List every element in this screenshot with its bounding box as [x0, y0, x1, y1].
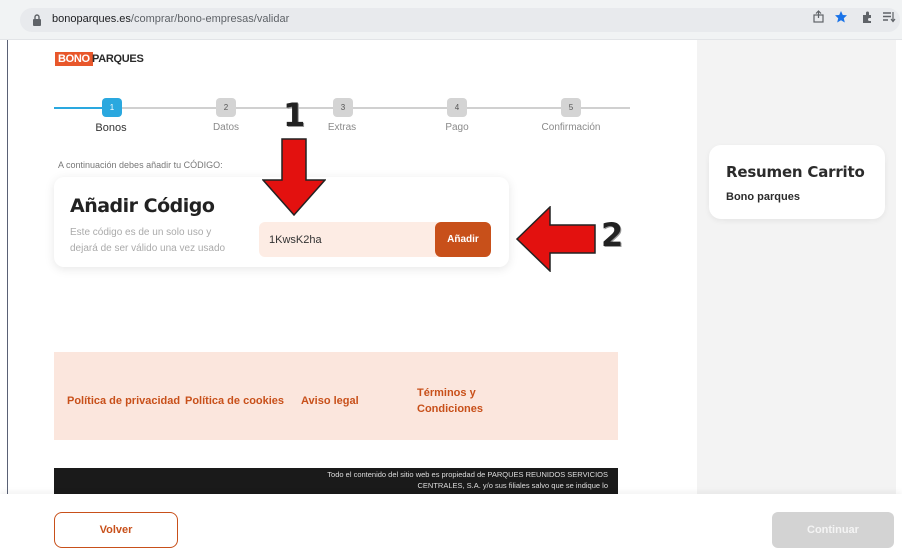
address-bar[interactable]: bonoparques.es/comprar/bono-empresas/val…: [20, 8, 900, 32]
cart-sidebar: [697, 40, 896, 500]
code-input[interactable]: [259, 222, 429, 257]
add-code-description: Este código es de un solo uso y dejará d…: [70, 227, 226, 254]
step-2-badge: 2: [216, 98, 236, 117]
step-3-label: Extras: [327, 122, 357, 133]
share-icon[interactable]: [812, 10, 826, 24]
stepper-track-line: [114, 107, 630, 109]
cart-summary-card: Resumen Carrito Bono parques: [709, 145, 885, 219]
annotation-number-2: 2: [601, 216, 624, 254]
cart-summary-title: Resumen Carrito: [726, 163, 865, 181]
code-input-group: Añadir: [259, 222, 491, 257]
step-5-badge: 5: [561, 98, 581, 117]
url-path: /comprar/bono-empresas/validar: [130, 13, 290, 25]
annotation-arrow-left-icon: [516, 206, 596, 272]
footer-link-privacy[interactable]: Política de privacidad: [67, 393, 180, 409]
add-code-button[interactable]: Añadir: [435, 222, 491, 257]
extensions-icon[interactable]: [860, 10, 874, 24]
continue-button[interactable]: Continuar: [772, 512, 894, 548]
legal-text: Todo el contenido del sitio web es propi…: [327, 470, 608, 490]
step-4-badge: 4: [447, 98, 467, 117]
back-button[interactable]: Volver: [54, 512, 178, 548]
lock-icon: [33, 14, 41, 26]
url-text: bonoparques.es/comprar/bono-empresas/val…: [52, 13, 289, 25]
step-2-label: Datos: [212, 122, 240, 133]
page-root: bonoparques.es/comprar/bono-empresas/val…: [0, 0, 902, 560]
browser-bar: bonoparques.es/comprar/bono-empresas/val…: [0, 0, 902, 40]
logo-parques[interactable]: PARQUES: [92, 52, 144, 66]
add-code-title: Añadir Código: [70, 195, 215, 217]
footer-link-legal[interactable]: Aviso legal: [301, 393, 359, 409]
step-5-label: Confirmación: [541, 122, 601, 133]
footer-link-terms[interactable]: Términos y Condiciones: [417, 385, 487, 417]
annotation-arrow-down-icon: [262, 138, 326, 216]
star-icon[interactable]: [834, 10, 848, 24]
step-3-badge: 3: [333, 98, 353, 117]
url-host: bonoparques.es: [52, 13, 131, 25]
step-1-badge: 1: [102, 98, 122, 117]
reading-list-icon[interactable]: [882, 10, 896, 24]
footer-link-cookies[interactable]: Política de cookies: [185, 393, 284, 409]
logo-bono[interactable]: BONO: [55, 52, 93, 66]
intro-text: A continuación debes añadir tu CÓDIGO:: [58, 160, 223, 170]
footer-links: Política de privacidad Política de cooki…: [54, 352, 618, 440]
cart-summary-item: Bono parques: [726, 191, 800, 203]
window-edge: [7, 40, 8, 560]
step-1-label: Bonos: [95, 122, 127, 134]
step-4-label: Pago: [445, 122, 469, 133]
bottom-action-bar: Volver Continuar: [0, 494, 902, 560]
annotation-number-1: 1: [283, 96, 306, 134]
